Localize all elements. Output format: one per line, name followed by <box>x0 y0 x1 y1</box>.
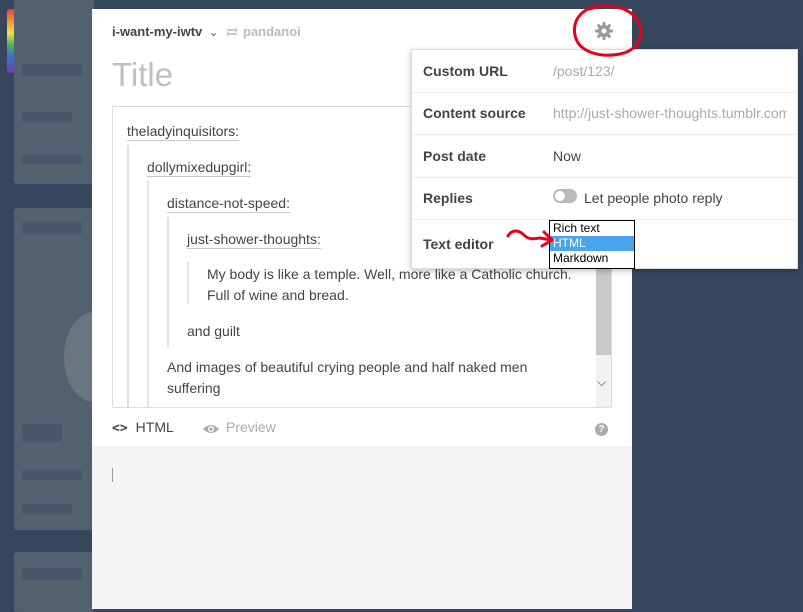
tab-preview-label: Preview <box>226 419 276 435</box>
help-icon[interactable]: ? <box>595 423 608 436</box>
text-editor-label: Text editor <box>423 236 494 252</box>
content-source-input[interactable]: http://just-shower-thoughts.tumblr.com <box>553 105 787 121</box>
reblog-source-name: pandanoi <box>243 24 301 39</box>
scrollbar-thumb[interactable] <box>596 257 611 355</box>
eye-icon <box>203 425 219 433</box>
custom-url-row: Custom URL /post/123/ <box>412 50 797 93</box>
blog-name: i-want-my-iwtv <box>112 24 203 39</box>
photo-reply-toggle[interactable] <box>553 189 577 203</box>
tab-html[interactable]: <> HTML <box>112 419 174 436</box>
tab-html-label: HTML <box>135 419 174 435</box>
content-source-row: Content source http://just-shower-though… <box>412 92 797 135</box>
title-input[interactable]: Title <box>112 56 173 94</box>
photo-reply-label: Let people photo reply <box>584 190 723 206</box>
reply-text: and guilt <box>187 323 240 339</box>
dropdown-option-rich-text[interactable]: Rich text <box>550 221 634 236</box>
background-post-card <box>14 552 94 612</box>
code-icon: <> <box>112 421 128 436</box>
scroll-down-arrow-icon[interactable]: ⌵ <box>597 375 606 390</box>
tab-preview[interactable]: Preview <box>202 419 276 435</box>
dropdown-option-markdown[interactable]: Markdown <box>550 251 634 266</box>
reblog-icon <box>226 27 238 37</box>
chevron-down-icon: ⌄ <box>208 27 219 39</box>
quote-text: Full of wine and bread. <box>207 287 349 303</box>
blog-selector[interactable]: i-want-my-iwtv ⌄ <box>112 24 218 39</box>
replies-row: Replies Let people photo reply <box>412 177 797 220</box>
reblog-user[interactable]: distance-not-speed: <box>167 195 290 213</box>
html-code-editor[interactable] <box>92 446 632 609</box>
custom-url-label: Custom URL <box>423 63 508 79</box>
reblog-user[interactable]: dollymixedupgirl: <box>147 159 252 177</box>
custom-url-input[interactable]: /post/123/ <box>553 63 615 79</box>
content-source-label: Content source <box>423 105 526 121</box>
dropdown-option-html[interactable]: HTML <box>550 236 634 251</box>
reblog-source[interactable]: pandanoi <box>225 24 301 39</box>
text-editor-dropdown[interactable]: Rich text HTML Markdown <box>549 220 635 269</box>
reply-text: And images of beautiful crying people an… <box>167 359 528 375</box>
post-date-label: Post date <box>423 148 487 164</box>
gear-icon[interactable] <box>594 21 614 41</box>
reblog-user[interactable]: just-shower-thoughts: <box>187 231 321 249</box>
post-date-row: Post date Now <box>412 135 797 178</box>
reply-text: suffering <box>167 380 221 396</box>
replies-label: Replies <box>423 190 473 206</box>
post-date-input[interactable]: Now <box>553 148 581 164</box>
toggle-knob <box>555 191 565 201</box>
background-post-card <box>14 208 124 530</box>
reblog-user[interactable]: theladyinquisitors: <box>127 123 240 141</box>
text-cursor <box>112 468 113 482</box>
background-post-card <box>14 0 94 184</box>
